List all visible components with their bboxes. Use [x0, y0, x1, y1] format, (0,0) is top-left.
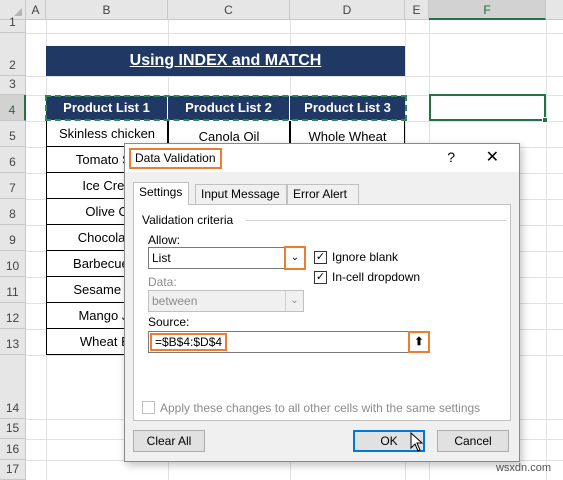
row-header-10[interactable]: 10 [0, 251, 26, 277]
data-validation-dialog: Data Validation ? ✕ Settings Input Messa… [124, 143, 520, 462]
active-cell-f4[interactable] [429, 94, 548, 123]
in-cell-dropdown-checkbox[interactable]: ✓ [314, 271, 327, 284]
tab-settings[interactable]: Settings [133, 182, 189, 205]
group-divider [246, 220, 506, 221]
allow-label: Allow: [148, 233, 181, 247]
watermark: wsxdn.com [495, 462, 551, 474]
validation-criteria-label: Validation criteria [142, 213, 234, 227]
row-header-7[interactable]: 7 [0, 173, 26, 199]
data-combo: between ⌄ [148, 290, 304, 312]
dialog-titlebar[interactable]: Data Validation ? ✕ [125, 144, 519, 172]
ignore-blank-label: Ignore blank [332, 250, 399, 264]
collapse-dialog-icon[interactable]: ⬆ [408, 331, 430, 353]
source-value: =$B$4:$D$4 [150, 333, 228, 351]
data-dropdown-arrow-icon: ⌄ [285, 291, 303, 311]
sheet-title[interactable]: Using INDEX and MATCH [46, 46, 405, 76]
column-header-e[interactable]: E [405, 0, 429, 20]
tab-input-message[interactable]: Input Message [195, 184, 287, 204]
allow-combo[interactable]: List ⌄ [148, 246, 306, 270]
row-header-2[interactable]: 2 [0, 33, 26, 76]
column-header-c[interactable]: C [168, 0, 290, 20]
row-header-14[interactable]: 14 [0, 355, 26, 419]
column-header-a[interactable]: A [26, 0, 46, 20]
row-header-9[interactable]: 9 [0, 225, 26, 251]
row-header-12[interactable]: 12 [0, 303, 26, 329]
in-cell-dropdown-label: In-cell dropdown [332, 270, 421, 284]
help-icon[interactable]: ? [447, 149, 455, 165]
data-label: Data: [148, 275, 177, 289]
apply-all-label: Apply these changes to all other cells w… [160, 401, 481, 415]
column-header-g[interactable] [546, 0, 563, 20]
row-header-17[interactable]: 17 [0, 460, 26, 480]
ignore-blank-checkbox[interactable]: ✓ [314, 251, 327, 264]
row-header-15[interactable]: 15 [0, 419, 26, 439]
data-value: between [152, 294, 198, 308]
settings-panel: Validation criteria Allow: List ⌄ ✓ Igno… [133, 204, 511, 421]
clear-all-button[interactable]: Clear All [133, 430, 205, 452]
apply-all-checkbox [142, 401, 155, 414]
row-header-4[interactable]: 4 [0, 95, 26, 121]
column-header-f[interactable]: F [429, 0, 546, 20]
column-header-d[interactable]: D [290, 0, 405, 20]
row-header-8[interactable]: 8 [0, 199, 26, 225]
allow-value: List [152, 251, 171, 265]
row-header-11[interactable]: 11 [0, 277, 26, 303]
source-label: Source: [148, 315, 190, 329]
close-icon[interactable]: ✕ [486, 147, 499, 167]
copy-selection-marquee [45, 95, 407, 121]
row-header-6[interactable]: 6 [0, 147, 26, 173]
row-header-5[interactable]: 5 [0, 121, 26, 147]
dropdown-arrow-icon[interactable]: ⌄ [284, 246, 306, 270]
cancel-button[interactable]: Cancel [437, 430, 509, 452]
source-input[interactable]: =$B$4:$D$4 [148, 331, 424, 353]
fill-handle[interactable] [542, 117, 548, 123]
row-header-1[interactable]: 1 [0, 15, 26, 33]
column-header-b[interactable]: B [46, 0, 168, 20]
dialog-title: Data Validation [129, 148, 222, 169]
row-header-3[interactable]: 3 [0, 76, 26, 95]
row-header-16[interactable]: 16 [0, 439, 26, 460]
tab-error-alert[interactable]: Error Alert [287, 184, 359, 204]
row-header-13[interactable]: 13 [0, 329, 26, 355]
mouse-pointer-icon [410, 432, 424, 452]
